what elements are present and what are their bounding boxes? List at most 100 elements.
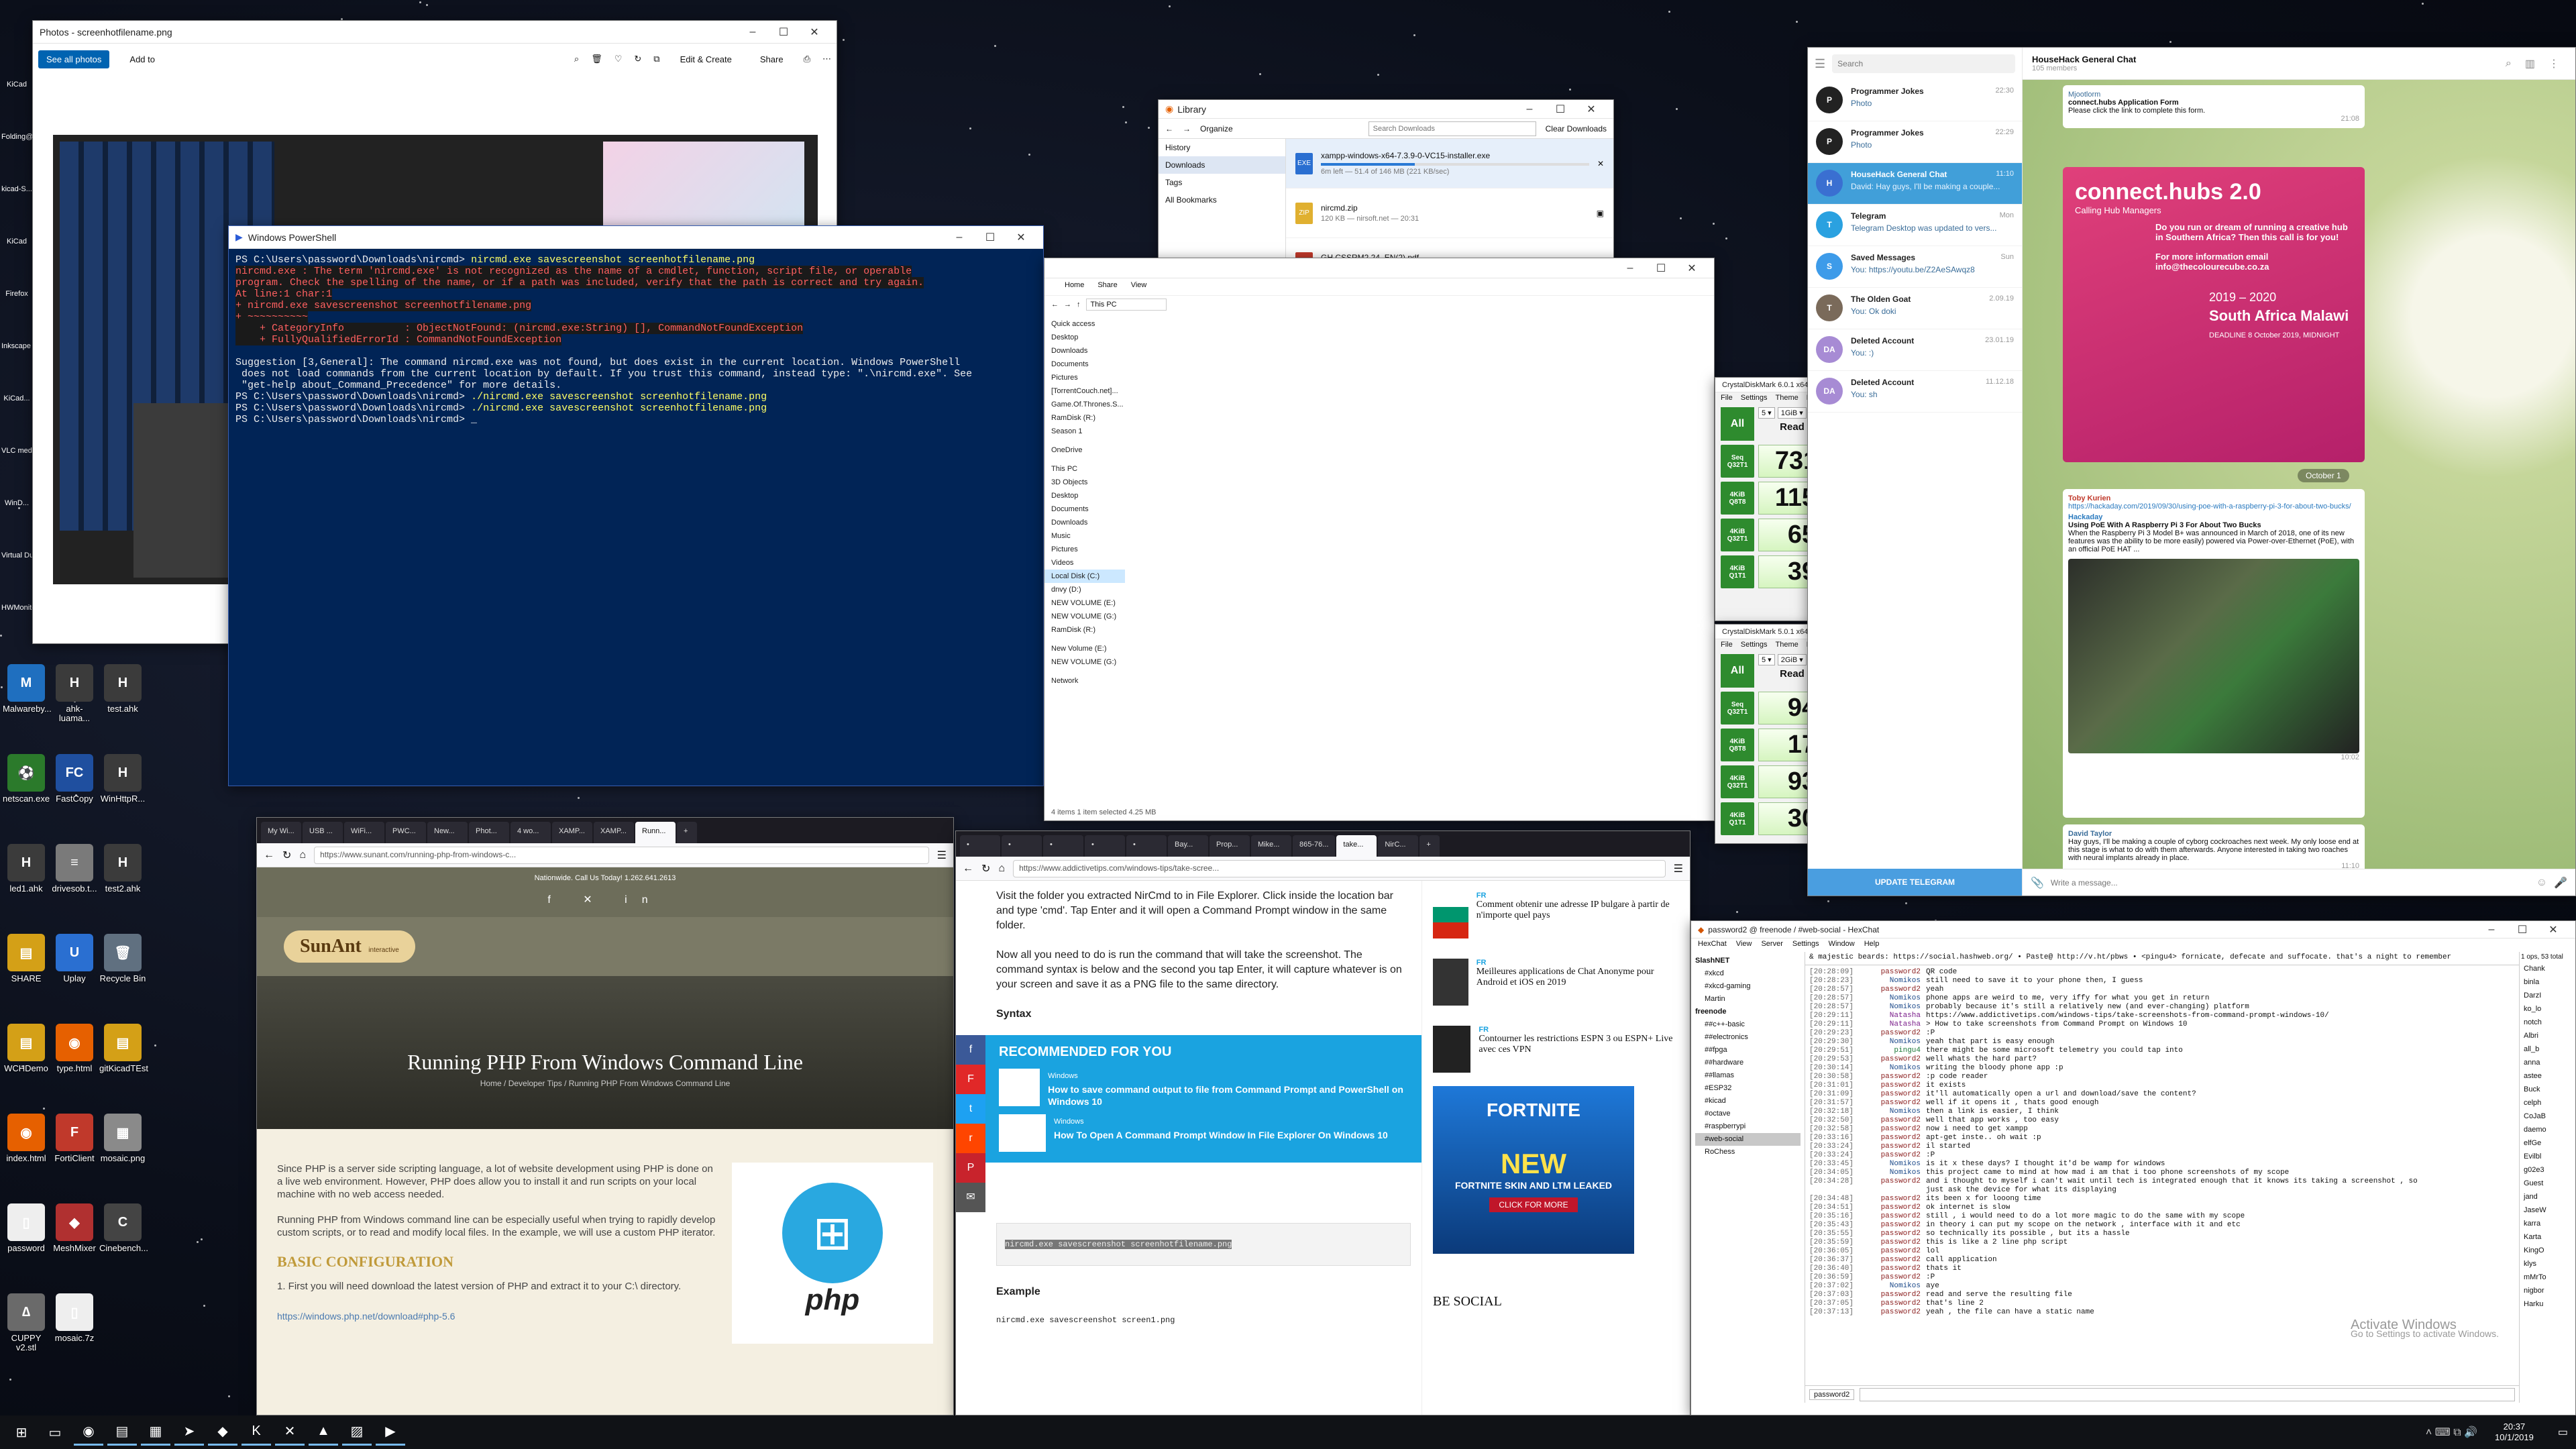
social-icons[interactable]: f ✕ in (257, 893, 953, 906)
user-list-item[interactable]: Evilbl (2524, 1150, 2575, 1163)
microphone-icon[interactable]: 🎤 (2554, 876, 2567, 890)
ribbon-tab[interactable]: View (1131, 281, 1147, 292)
telegram-icon[interactable]: ➤ (174, 1419, 204, 1446)
library-sidebar-item[interactable]: History (1159, 139, 1285, 156)
desktop-icon[interactable]: ▯ mosaic.7z (51, 1293, 98, 1343)
user-list-item[interactable]: all_b (2524, 1042, 2575, 1056)
browser-tab[interactable]: USB ... (303, 822, 343, 843)
user-list-item[interactable]: ko_lo (2524, 1002, 2575, 1016)
desktop-icon[interactable]: C Cinebench... (99, 1203, 148, 1253)
rec1-link[interactable]: How to save command output to file from … (1048, 1083, 1408, 1108)
nav-pane-item[interactable]: This PC (1044, 462, 1125, 476)
user-list-item[interactable]: nigbor (2524, 1284, 2575, 1297)
browser-tab[interactable]: 4 wo... (511, 822, 551, 843)
telegram-chat-item[interactable]: S Saved Messages Sun You: https://youtu.be/… (1808, 246, 2022, 288)
channel-item[interactable]: SlashNET (1695, 955, 1801, 967)
menu-item[interactable]: File (1721, 641, 1733, 649)
nav-pane-item[interactable]: Desktop (1044, 331, 1125, 344)
nav-pane-item[interactable]: Videos (1044, 556, 1125, 570)
desktop-icon[interactable]: Htest2.ahk (99, 844, 146, 894)
telegram-chat-item[interactable]: P Programmer Jokes 22:30 Photo (1808, 80, 2022, 121)
channel-item[interactable]: ##electronics (1695, 1031, 1801, 1044)
nav-pane-item[interactable]: Downloads (1044, 516, 1125, 529)
minimize-icon[interactable]: – (737, 26, 768, 38)
telegram-chat-item[interactable]: H HouseHack General Chat 11:10 David: Hay g… (1808, 163, 2022, 205)
nick-button[interactable]: password2 (1809, 1389, 1855, 1400)
close-icon[interactable]: ✕ (1006, 231, 1036, 244)
browser-tab[interactable]: Mike... (1251, 835, 1291, 857)
desktop-icon-label[interactable]: Virtual Du... (1, 551, 32, 559)
menu-item[interactable]: Settings (1792, 940, 1819, 951)
channel-item[interactable]: ##llamas (1695, 1069, 1801, 1082)
desktop-icon[interactable]: FC FastCopy (51, 754, 98, 804)
menu-item[interactable]: Window (1829, 940, 1855, 951)
flipboard-share-icon[interactable]: F (956, 1065, 985, 1094)
close-icon[interactable]: ✕ (1676, 262, 1707, 275)
reload-icon[interactable]: ↻ (981, 862, 990, 875)
powershell-console[interactable]: PS C:\Users\password\Downloads\nircmd> n… (229, 249, 1043, 786)
user-list-item[interactable]: anna (2524, 1056, 2575, 1069)
desktop-icon[interactable]: U Uplay (51, 934, 98, 983)
folder-icon[interactable]: ▦ (141, 1419, 170, 1446)
desktop-icon-label[interactable]: Inkscape 0.92.3 (1, 342, 32, 350)
channel-item[interactable]: #kicad (1695, 1095, 1801, 1108)
telegram-chat-item[interactable]: DA Deleted Account 23.01.19 You: :) (1808, 329, 2022, 371)
facebook-share-icon[interactable]: f (956, 1035, 985, 1065)
photos-titlebar[interactable]: Photos - screenhotfilename.png – ☐ ✕ (33, 21, 837, 44)
channel-item[interactable]: #xkcd (1695, 967, 1801, 980)
desktop-icon-label[interactable]: WinD... (1, 499, 32, 507)
channel-item[interactable]: freenode (1695, 1006, 1801, 1018)
attach-icon[interactable]: 📎 (2031, 876, 2044, 890)
desktop-icon[interactable]: ⚽ netscan.exe (3, 754, 50, 804)
browser-tab[interactable]: New... (427, 822, 468, 843)
menu-item[interactable]: Settings (1741, 641, 1768, 649)
browser-tab[interactable]: • (1085, 835, 1125, 857)
user-list-item[interactable]: Chank (2524, 962, 2575, 975)
powershell-icon[interactable]: ▶ (376, 1419, 405, 1446)
browser-tab[interactable]: NirC... (1378, 835, 1419, 857)
desktop-icon[interactable]: ◉ type.html (51, 1024, 98, 1073)
nav-pane-item[interactable]: Desktop (1044, 489, 1125, 502)
user-list-item[interactable]: JaseW (2524, 1203, 2575, 1217)
desktop-icon-label[interactable]: HWMonitor (1, 604, 32, 612)
desktop-icon-label[interactable]: KiCad (1, 80, 32, 89)
telegram-chat-item[interactable]: DA Deleted Account 11.12.18 You: sh (1808, 371, 2022, 413)
library-sidebar-item[interactable]: Downloads (1159, 156, 1285, 174)
desktop-icon[interactable]: ◆ MeshMixer (51, 1203, 98, 1253)
library-sidebar-item[interactable]: All Bookmarks (1159, 191, 1285, 209)
test-button[interactable]: 4KiB Q8T8 (1721, 482, 1754, 515)
browser-tab[interactable]: • (960, 835, 1000, 857)
test-button[interactable]: Seq Q32T1 (1721, 692, 1754, 724)
nav-pane-item[interactable]: Music (1044, 529, 1125, 543)
new-tab-button[interactable]: + (1419, 835, 1440, 857)
nav-pane-item[interactable]: Downloads (1044, 344, 1125, 358)
menu-item[interactable]: Help (1864, 940, 1880, 951)
side-article-2[interactable]: Meilleures applications de Chat Anonyme … (1477, 967, 1679, 988)
menu-item[interactable]: View (1736, 940, 1752, 951)
channel-item[interactable]: ##fpga (1695, 1044, 1801, 1057)
desktop-icon[interactable]: Htest.ahk (99, 664, 146, 714)
pinterest-share-icon[interactable]: P (956, 1153, 985, 1183)
windows-icon[interactable]: ⊞ (7, 1419, 36, 1446)
address-bar[interactable]: This PC (1085, 299, 1167, 311)
nav-pane-item[interactable]: OneDrive (1044, 443, 1125, 457)
emoji-icon[interactable]: ☺ (2536, 877, 2547, 889)
desktop-icon[interactable]: ≡ drivesob.t... (51, 844, 98, 894)
channel-item[interactable]: Martin (1695, 993, 1801, 1006)
desktop-icon[interactable]: ▦ mosaic.png (99, 1114, 146, 1163)
browser-tab[interactable]: • (1126, 835, 1167, 857)
user-list-item[interactable]: notch (2524, 1016, 2575, 1029)
channel-item[interactable]: #ESP32 (1695, 1082, 1801, 1095)
channel-item[interactable]: RoChess (1695, 1146, 1801, 1159)
new-tab-button[interactable]: + (677, 822, 697, 843)
side-article-3[interactable]: Contourner les restrictions ESPN 3 ou ES… (1479, 1034, 1679, 1055)
test-button[interactable]: 4KiB Q32T1 (1721, 765, 1754, 798)
user-list-item[interactable]: Buck (2524, 1083, 2575, 1096)
test-button[interactable]: 4KiB Q8T8 (1721, 729, 1754, 761)
ribbon-tab[interactable]: Share (1097, 281, 1117, 292)
desktop-icon-label[interactable]: Firefox (1, 290, 32, 298)
runs-select[interactable]: 5 ▾ (1758, 407, 1775, 419)
desktop-icon[interactable]: Hled1.ahk (3, 844, 50, 894)
browser-tab[interactable]: Bay... (1168, 835, 1208, 857)
reload-icon[interactable]: ↻ (282, 849, 291, 862)
